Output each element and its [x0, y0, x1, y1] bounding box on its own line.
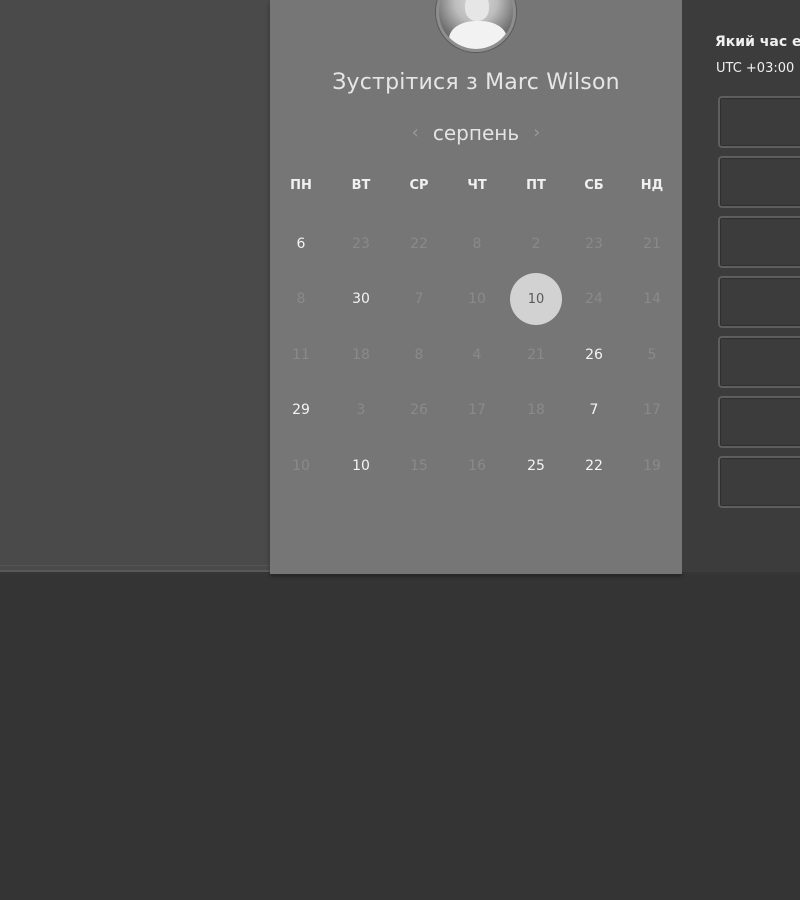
time-slot-button[interactable]	[718, 96, 800, 148]
time-slot-button[interactable]	[718, 156, 800, 208]
calendar-day: 4	[472, 347, 482, 363]
calendar-day[interactable]: 29	[275, 384, 327, 436]
time-slot-button[interactable]	[718, 396, 800, 448]
chevron-right-icon[interactable]: ›	[533, 124, 540, 142]
month-label: серпень	[432, 121, 520, 145]
calendar-day: 26	[410, 402, 428, 418]
calendar-day: 19	[643, 458, 661, 474]
calendar-day: 21	[643, 236, 661, 252]
calendar-week-row: 29 3 26 17 18 7 17	[270, 384, 682, 436]
calendar-day: 18	[527, 402, 545, 418]
calendar-day: 3	[356, 402, 366, 418]
calendar-day-selected[interactable]: 10	[510, 273, 562, 325]
time-slot-button[interactable]	[718, 276, 800, 328]
calendar-day: 11	[292, 347, 310, 363]
avatar-head	[465, 0, 489, 21]
calendar-day[interactable]: 25	[510, 440, 562, 492]
calendar-week-row: 10 10 15 16 25 22 19	[270, 440, 682, 492]
calendar-day: 18	[352, 347, 370, 363]
calendar-day: 17	[643, 402, 661, 418]
left-pane	[0, 0, 270, 572]
calendar-day[interactable]: 7	[568, 384, 620, 436]
month-navigation: ‹ серпень ›	[270, 118, 682, 148]
avatar	[436, 0, 516, 52]
time-slot-button[interactable]	[718, 336, 800, 388]
calendar-day[interactable]: 6	[275, 218, 327, 270]
calendar-day: 17	[468, 402, 486, 418]
calendar-day: 10	[292, 458, 310, 474]
calendar-week-row: 6 23 22 8 2 23 21	[270, 218, 682, 270]
right-pane: Який час е UTC +03:00	[682, 0, 800, 572]
weekday-label: СР	[409, 178, 429, 193]
calendar-day: 15	[410, 458, 428, 474]
calendar-day: 22	[410, 236, 428, 252]
calendar-day: 10	[468, 291, 486, 307]
time-slot-button[interactable]	[718, 216, 800, 268]
weekday-label: ВТ	[351, 178, 371, 193]
avatar-shoulders	[449, 21, 507, 49]
scheduler-panel: Зустрітися з Marc Wilson ‹ серпень › ПН В…	[270, 0, 682, 574]
weekday-label: СБ	[584, 178, 604, 193]
calendar-day: 23	[585, 236, 603, 252]
calendar-day: 2	[531, 236, 541, 252]
meeting-title: Зустрітися з Marc Wilson	[332, 70, 620, 95]
weekday-label: ЧТ	[467, 178, 487, 193]
calendar-day: 7	[414, 291, 424, 307]
time-slot-button[interactable]	[718, 456, 800, 508]
calendar-day: 8	[296, 291, 306, 307]
weekday-label: ПН	[290, 178, 312, 193]
calendar-day: 8	[472, 236, 482, 252]
calendar-week-row: 11 18 8 4 21 26 5	[270, 329, 682, 381]
calendar-day: 23	[352, 236, 370, 252]
calendar-day: 5	[647, 347, 657, 363]
calendar-week-row: 8 30 7 10 10 24 14	[270, 273, 682, 325]
calendar-day: 24	[585, 291, 603, 307]
calendar-day[interactable]: 26	[568, 329, 620, 381]
weekday-label: ПТ	[526, 178, 546, 193]
calendar-day: 14	[643, 291, 661, 307]
calendar-day: 21	[527, 347, 545, 363]
bottom-area	[0, 575, 800, 900]
calendar-day[interactable]: 10	[335, 440, 387, 492]
timezone-value[interactable]: UTC +03:00	[716, 61, 794, 76]
calendar-day: 8	[414, 347, 424, 363]
timezone-question: Який час е	[715, 34, 800, 50]
calendar-day: 16	[468, 458, 486, 474]
weekday-label: НД	[640, 178, 664, 193]
calendar-day[interactable]: 22	[568, 440, 620, 492]
calendar-day[interactable]: 30	[335, 273, 387, 325]
chevron-left-icon[interactable]: ‹	[412, 124, 419, 142]
weekday-header: ПН ВТ СР ЧТ ПТ СБ НД	[270, 178, 682, 200]
